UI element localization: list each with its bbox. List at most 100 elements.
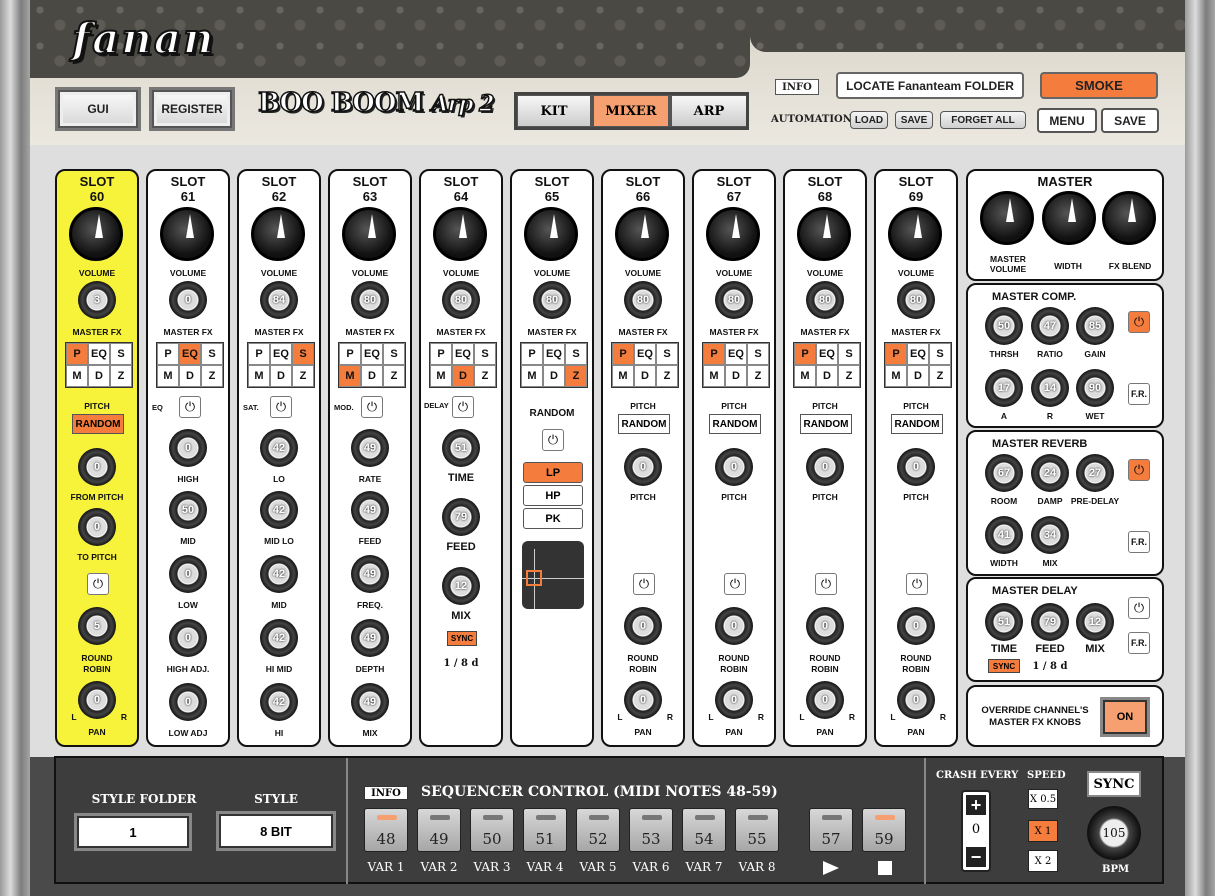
fx-knob[interactable]: 42 xyxy=(260,429,298,467)
volume-knob[interactable] xyxy=(433,207,487,261)
fx-knob[interactable]: 49 xyxy=(351,683,389,721)
fx-blend-knob[interactable] xyxy=(1102,191,1156,245)
reverb-power-icon[interactable]: ⏻ xyxy=(1128,459,1150,481)
seq-pad-57[interactable]: 57 xyxy=(809,808,853,852)
fx-z-button[interactable]: Z xyxy=(747,365,769,387)
fx-z-button[interactable]: Z xyxy=(474,365,496,387)
master-reverb-knob[interactable]: 34 xyxy=(1031,516,1069,554)
master-fx-knob[interactable]: 80 xyxy=(351,281,389,319)
fx-eq-button[interactable]: EQ xyxy=(179,343,201,365)
fx-s-button[interactable]: S xyxy=(383,343,405,365)
master-fx-knob[interactable]: 0 xyxy=(169,281,207,319)
tab-kit[interactable]: KIT xyxy=(518,96,590,126)
width-knob[interactable] xyxy=(1042,191,1096,245)
fx-m-button[interactable]: M xyxy=(248,365,270,387)
fx-z-button[interactable]: Z xyxy=(838,365,860,387)
fx-m-button[interactable]: M xyxy=(794,365,816,387)
volume-knob[interactable] xyxy=(615,207,669,261)
fx-knob[interactable]: 42 xyxy=(260,683,298,721)
fx-z-button[interactable]: Z xyxy=(565,365,587,387)
fx-eq-button[interactable]: EQ xyxy=(543,343,565,365)
tab-mixer[interactable]: MIXER xyxy=(594,96,668,126)
master-reverb-knob[interactable]: 41 xyxy=(985,516,1023,554)
fx-knob[interactable]: 49 xyxy=(351,429,389,467)
fx-knob[interactable]: 49 xyxy=(351,555,389,593)
forget-all-button[interactable]: FORGET ALL xyxy=(940,111,1026,129)
fx-eq-button[interactable]: EQ xyxy=(725,343,747,365)
power-icon[interactable]: ⏻ xyxy=(542,429,564,451)
fx-knob[interactable]: 49 xyxy=(351,491,389,529)
fx-z-button[interactable]: Z xyxy=(292,365,314,387)
fx-eq-button[interactable]: EQ xyxy=(452,343,474,365)
speed-x1-button[interactable]: X 1 xyxy=(1028,820,1058,842)
seq-pad-49[interactable]: 49 xyxy=(417,808,461,852)
fx-eq-button[interactable]: EQ xyxy=(907,343,929,365)
master-fx-knob[interactable]: 3 xyxy=(78,281,116,319)
fx-d-button[interactable]: D xyxy=(361,365,383,387)
xy-pad-handle[interactable] xyxy=(526,570,542,586)
filter-pk-button[interactable]: PK xyxy=(523,508,583,529)
delay-power-icon[interactable]: ⏻ xyxy=(1128,597,1150,619)
override-on-button[interactable]: ON xyxy=(1100,697,1150,737)
to-pitch-knob[interactable]: 0 xyxy=(78,508,116,546)
power-icon[interactable]: ⏻ xyxy=(270,396,292,418)
stop-icon[interactable] xyxy=(878,861,892,875)
volume-knob[interactable] xyxy=(524,207,578,261)
random-button[interactable]: RANDOM xyxy=(618,414,670,434)
round-robin-knob[interactable]: 5 xyxy=(78,607,116,645)
fx-z-button[interactable]: Z xyxy=(656,365,678,387)
master-fx-knob[interactable]: 80 xyxy=(624,281,662,319)
fx-m-button[interactable]: M xyxy=(157,365,179,387)
random-button[interactable]: RANDOM xyxy=(891,414,943,434)
fx-knob[interactable]: 42 xyxy=(260,555,298,593)
master-volume-knob[interactable] xyxy=(980,191,1034,245)
power-icon[interactable]: ⏻ xyxy=(179,396,201,418)
fx-eq-button[interactable]: EQ xyxy=(88,343,110,365)
fx-z-button[interactable]: Z xyxy=(929,365,951,387)
random-button[interactable]: RANDOM xyxy=(72,414,124,434)
fx-d-button[interactable]: D xyxy=(634,365,656,387)
fx-z-button[interactable]: Z xyxy=(201,365,223,387)
power-icon[interactable]: ⏻ xyxy=(452,396,474,418)
master-comp-knob[interactable]: 17 xyxy=(985,369,1023,407)
style-field[interactable]: 8 BIT xyxy=(216,811,336,851)
play-icon[interactable] xyxy=(823,861,839,875)
fx-d-button[interactable]: D xyxy=(816,365,838,387)
fx-d-button[interactable]: D xyxy=(179,365,201,387)
fx-knob[interactable]: 42 xyxy=(260,491,298,529)
fx-p-button[interactable]: P xyxy=(794,343,816,365)
fx-m-button[interactable]: M xyxy=(430,365,452,387)
fx-s-button[interactable]: S xyxy=(201,343,223,365)
power-icon[interactable]: ⏻ xyxy=(87,573,109,595)
delay-knob[interactable]: 79 xyxy=(442,498,480,536)
fx-d-button[interactable]: D xyxy=(907,365,929,387)
style-folder-field[interactable]: 1 xyxy=(74,813,192,851)
pan-knob[interactable]: 0 xyxy=(78,681,116,719)
pitch-knob[interactable]: 0 xyxy=(624,448,662,486)
fx-eq-button[interactable]: EQ xyxy=(270,343,292,365)
master-fx-knob[interactable]: 80 xyxy=(897,281,935,319)
fx-m-button[interactable]: M xyxy=(885,365,907,387)
fx-m-button[interactable]: M xyxy=(521,365,543,387)
volume-knob[interactable] xyxy=(797,207,851,261)
master-fx-knob[interactable]: 80 xyxy=(533,281,571,319)
automation-save-button[interactable]: SAVE xyxy=(895,111,933,129)
master-delay-knob[interactable]: 79 xyxy=(1031,603,1069,641)
master-fx-knob[interactable]: 80 xyxy=(715,281,753,319)
fx-knob[interactable]: 0 xyxy=(169,555,207,593)
random-button[interactable]: RANDOM xyxy=(709,414,761,434)
bpm-knob[interactable]: 105 xyxy=(1087,806,1141,860)
seq-info-button[interactable]: INFO xyxy=(364,786,408,800)
crash-plus-button[interactable]: + xyxy=(966,795,986,815)
fx-s-button[interactable]: S xyxy=(838,343,860,365)
seq-pad-52[interactable]: 52 xyxy=(576,808,620,852)
fx-knob[interactable]: 0 xyxy=(169,429,207,467)
power-icon[interactable]: ⏻ xyxy=(633,573,655,595)
pan-knob[interactable]: 0 xyxy=(897,681,935,719)
fx-p-button[interactable]: P xyxy=(612,343,634,365)
seq-pad-59[interactable]: 59 xyxy=(862,808,906,852)
pitch-knob[interactable]: 0 xyxy=(806,448,844,486)
power-icon[interactable]: ⏻ xyxy=(361,396,383,418)
delay-sync-button[interactable]: SYNC xyxy=(988,659,1020,673)
gui-button[interactable]: GUI xyxy=(58,90,138,128)
